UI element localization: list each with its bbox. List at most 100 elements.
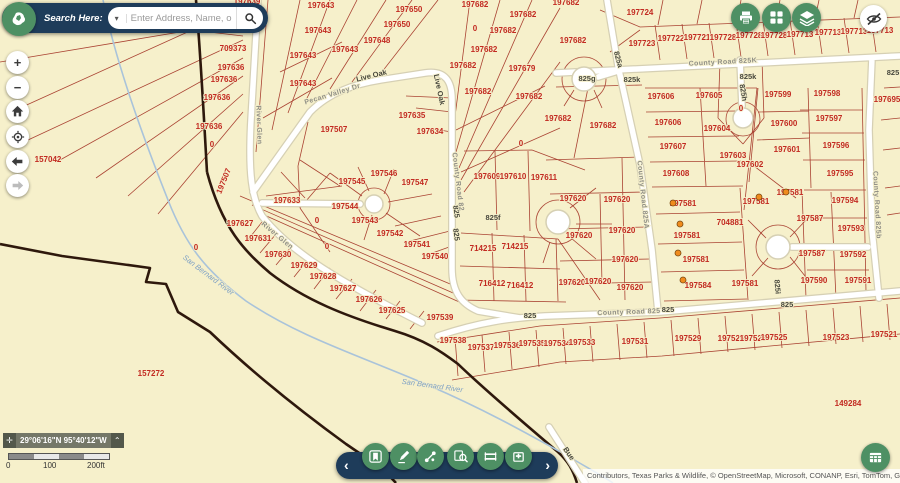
svg-text:197593: 197593 xyxy=(838,224,865,233)
svg-text:197682: 197682 xyxy=(560,36,587,45)
search-bar: Search Here: ▾ xyxy=(2,3,268,33)
svg-text:825k: 825k xyxy=(624,75,642,84)
svg-text:197604: 197604 xyxy=(704,124,731,133)
svg-text:197713: 197713 xyxy=(815,28,842,37)
search-type-dropdown[interactable]: ▾ xyxy=(108,14,127,23)
svg-text:197596: 197596 xyxy=(823,141,850,150)
svg-text:197547: 197547 xyxy=(402,178,429,187)
add-map-button[interactable] xyxy=(505,443,532,470)
locate-icon xyxy=(11,130,25,144)
search-input[interactable] xyxy=(127,13,236,24)
hide-ui-button[interactable] xyxy=(860,5,887,32)
svg-text:197648: 197648 xyxy=(364,36,391,45)
svg-text:197584: 197584 xyxy=(685,281,712,290)
svg-text:197620: 197620 xyxy=(612,255,639,264)
svg-text:197682: 197682 xyxy=(510,10,537,19)
svg-text:197723: 197723 xyxy=(629,39,656,48)
svg-text:197633: 197633 xyxy=(274,196,301,205)
svg-text:0: 0 xyxy=(325,242,330,251)
svg-text:197682: 197682 xyxy=(465,87,492,96)
svg-text:197595: 197595 xyxy=(827,169,854,178)
svg-text:197650: 197650 xyxy=(396,5,423,14)
svg-text:197587: 197587 xyxy=(797,214,824,223)
bookmarks-button[interactable] xyxy=(362,443,389,470)
tools-prev-button[interactable]: ‹ xyxy=(344,456,349,474)
svg-text:197682: 197682 xyxy=(450,61,477,70)
svg-text:197627: 197627 xyxy=(330,284,357,293)
svg-text:197607: 197607 xyxy=(660,142,687,151)
svg-text:197597: 197597 xyxy=(816,114,843,123)
svg-text:0: 0 xyxy=(519,139,524,148)
map-viewport[interactable]: 1976397093731976361976361976361976360157… xyxy=(0,0,900,483)
identify-button[interactable] xyxy=(447,443,474,470)
svg-text:825k: 825k xyxy=(740,72,758,81)
svg-text:714215: 714215 xyxy=(502,242,529,251)
scale-tick-0: 0 xyxy=(6,461,10,470)
svg-text:197594: 197594 xyxy=(832,196,859,205)
svg-text:197521: 197521 xyxy=(871,330,898,339)
arrow-right-icon xyxy=(11,179,24,192)
apps-button[interactable] xyxy=(762,3,791,32)
svg-text:157272: 157272 xyxy=(138,369,165,378)
forward-button[interactable] xyxy=(6,174,29,197)
svg-text:197606: 197606 xyxy=(648,92,675,101)
svg-text:197635: 197635 xyxy=(399,111,426,120)
svg-text:197631: 197631 xyxy=(245,234,272,243)
back-button[interactable] xyxy=(6,150,29,173)
svg-text:197581: 197581 xyxy=(683,255,710,264)
svg-text:197629: 197629 xyxy=(291,261,318,270)
svg-text:197542: 197542 xyxy=(377,229,404,238)
svg-text:197523: 197523 xyxy=(823,333,850,342)
svg-text:197679: 197679 xyxy=(509,64,536,73)
svg-text:197608: 197608 xyxy=(663,169,690,178)
print-button[interactable] xyxy=(731,3,760,32)
layers-button[interactable] xyxy=(792,3,821,32)
home-button[interactable] xyxy=(6,100,29,123)
svg-text:197540: 197540 xyxy=(422,252,449,261)
measure-button[interactable] xyxy=(477,443,504,470)
svg-text:197682: 197682 xyxy=(590,121,617,130)
select-features-icon xyxy=(423,449,438,464)
svg-text:197620: 197620 xyxy=(617,283,644,292)
svg-text:197531: 197531 xyxy=(622,337,649,346)
svg-text:197728: 197728 xyxy=(736,31,763,40)
svg-text:197625: 197625 xyxy=(379,306,406,315)
svg-text:197682: 197682 xyxy=(462,0,489,9)
svg-text:197620: 197620 xyxy=(585,277,612,286)
svg-text:197620: 197620 xyxy=(566,231,593,240)
svg-text:709373: 709373 xyxy=(220,44,247,53)
app-logo-button[interactable] xyxy=(2,2,36,36)
svg-text:825: 825 xyxy=(781,300,794,309)
tools-next-button[interactable]: › xyxy=(545,456,550,474)
coordinates-value: 29°06'16"N 95°40'12"W xyxy=(16,436,111,445)
svg-text:197541: 197541 xyxy=(404,240,431,249)
search-icon xyxy=(244,12,257,25)
svg-text:197636: 197636 xyxy=(211,75,238,84)
svg-text:197682: 197682 xyxy=(471,45,498,54)
svg-text:197545: 197545 xyxy=(339,177,366,186)
svg-text:197650: 197650 xyxy=(384,20,411,29)
attribute-table-button[interactable] xyxy=(861,443,890,472)
zoom-out-button[interactable]: − xyxy=(6,76,29,99)
svg-text:197682: 197682 xyxy=(490,26,517,35)
coordinate-collapse-button[interactable]: ⌃ xyxy=(111,433,124,448)
locate-button[interactable] xyxy=(6,125,29,148)
svg-text:197533: 197533 xyxy=(569,338,596,347)
zoom-in-button[interactable]: + xyxy=(6,51,29,74)
draw-button[interactable] xyxy=(390,443,417,470)
scale-tick-100: 100 xyxy=(43,461,56,470)
svg-text:197611: 197611 xyxy=(531,173,558,182)
svg-text:197599: 197599 xyxy=(765,90,792,99)
svg-text:825: 825 xyxy=(524,311,537,320)
select-features-button[interactable] xyxy=(417,443,444,470)
svg-text:825: 825 xyxy=(887,68,900,77)
parcel-map-canvas[interactable]: 1976397093731976361976361976361976360157… xyxy=(0,0,900,483)
svg-text:197620: 197620 xyxy=(609,226,636,235)
table-icon xyxy=(868,450,883,465)
svg-text:197538: 197538 xyxy=(440,336,467,345)
svg-text:197724: 197724 xyxy=(627,8,654,17)
search-box: ▾ xyxy=(108,7,263,29)
svg-text:825f: 825f xyxy=(485,213,501,222)
eye-slash-icon xyxy=(866,11,882,27)
search-submit-button[interactable] xyxy=(236,7,263,29)
